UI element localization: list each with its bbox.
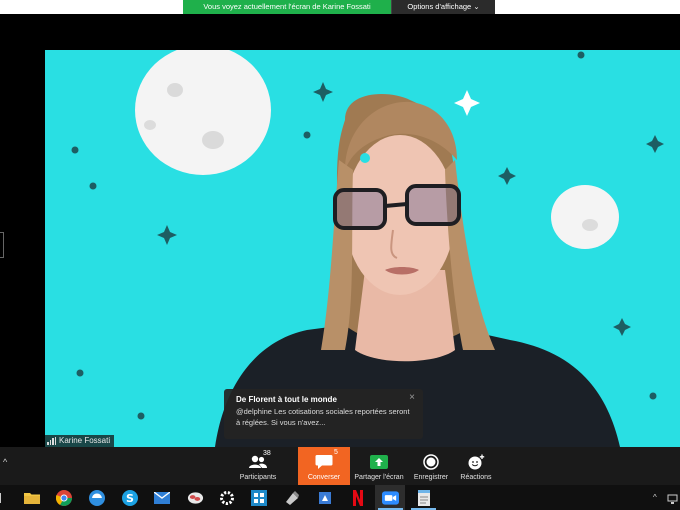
- crater-right: [582, 219, 598, 231]
- share-screen-icon: [370, 453, 388, 470]
- edge-icon[interactable]: [88, 489, 105, 506]
- participant-name: Karine Fossati: [59, 436, 111, 445]
- share-screen-button[interactable]: Partager l'écran: [352, 447, 406, 485]
- crater-left-3: [144, 120, 156, 130]
- sparkle-decoration: [454, 90, 480, 116]
- close-icon[interactable]: ×: [409, 392, 415, 403]
- chat-notification[interactable]: De Florent à tout le monde @delphine Les…: [224, 389, 423, 439]
- mail-icon[interactable]: [153, 489, 170, 506]
- signal-strength-icon: [47, 437, 56, 445]
- speaker-video-frame: [71, 50, 664, 447]
- view-options-label: Options d'affichage: [407, 2, 472, 11]
- chat-unread-badge: 5: [334, 449, 338, 456]
- zoom-icon[interactable]: [378, 489, 403, 510]
- crater-left-2: [202, 131, 224, 149]
- sharing-status-text: Vous voyez actuellement l'écran de Karin…: [183, 0, 391, 14]
- view-options-button[interactable]: Options d'affichage ⌄: [391, 0, 495, 14]
- side-panel-handle[interactable]: [0, 232, 4, 258]
- store-icon[interactable]: [250, 489, 267, 506]
- gear-icon[interactable]: [218, 489, 235, 506]
- chevron-up-icon[interactable]: ^: [3, 457, 7, 467]
- notepad-icon[interactable]: [411, 489, 436, 510]
- participants-count: 38: [263, 450, 271, 457]
- paint-icon[interactable]: [283, 489, 300, 506]
- network-icon[interactable]: [666, 490, 680, 507]
- chat-button[interactable]: 5 Converser: [298, 447, 350, 485]
- meeting-toolbar: ^ 38 Participants 5 Converser Partager l…: [0, 447, 680, 485]
- chat-message-preview: @delphine Les cotisations sociales repor…: [236, 407, 410, 427]
- chat-label: Converser: [307, 474, 341, 481]
- chrome-icon[interactable]: [55, 489, 72, 506]
- generic-app-icon[interactable]: [316, 489, 333, 506]
- skype-icon[interactable]: S: [121, 489, 138, 506]
- participant-name-tag: Karine Fossati: [45, 435, 115, 447]
- windows-taskbar: S ^: [0, 485, 680, 510]
- reactions-button[interactable]: Réactions: [455, 447, 497, 485]
- start-icon[interactable]: [0, 489, 6, 506]
- participants-icon: 38: [248, 450, 271, 470]
- forehead-sparkle: [360, 153, 370, 163]
- netflix-icon[interactable]: [349, 489, 366, 506]
- participants-label: Participants: [239, 474, 277, 481]
- smiley-add-icon: [467, 453, 485, 470]
- tray-chevron-icon[interactable]: ^: [653, 493, 657, 502]
- chat-bubble-icon: 5: [315, 449, 338, 470]
- moon-right-image: [551, 185, 619, 249]
- share-screen-label: Partager l'écran: [354, 474, 404, 481]
- video-stage: [45, 50, 680, 447]
- chevron-down-icon: ⌄: [473, 2, 480, 11]
- reactions-label: Réactions: [460, 474, 492, 481]
- record-button[interactable]: Enregistrer: [408, 447, 454, 485]
- record-label: Enregistrer: [413, 474, 449, 481]
- moon-left-image: [135, 50, 271, 175]
- record-icon: [423, 453, 439, 470]
- cloud-app-icon[interactable]: [187, 489, 204, 506]
- crater-left-1: [167, 83, 183, 97]
- participants-button[interactable]: 38 Participants: [230, 447, 286, 485]
- screen-share-banner: Vous voyez actuellement l'écran de Karin…: [183, 0, 495, 14]
- file-explorer-icon[interactable]: [23, 489, 40, 506]
- svg-text:S: S: [126, 492, 134, 505]
- chat-sender: De Florent à tout le monde: [236, 395, 337, 404]
